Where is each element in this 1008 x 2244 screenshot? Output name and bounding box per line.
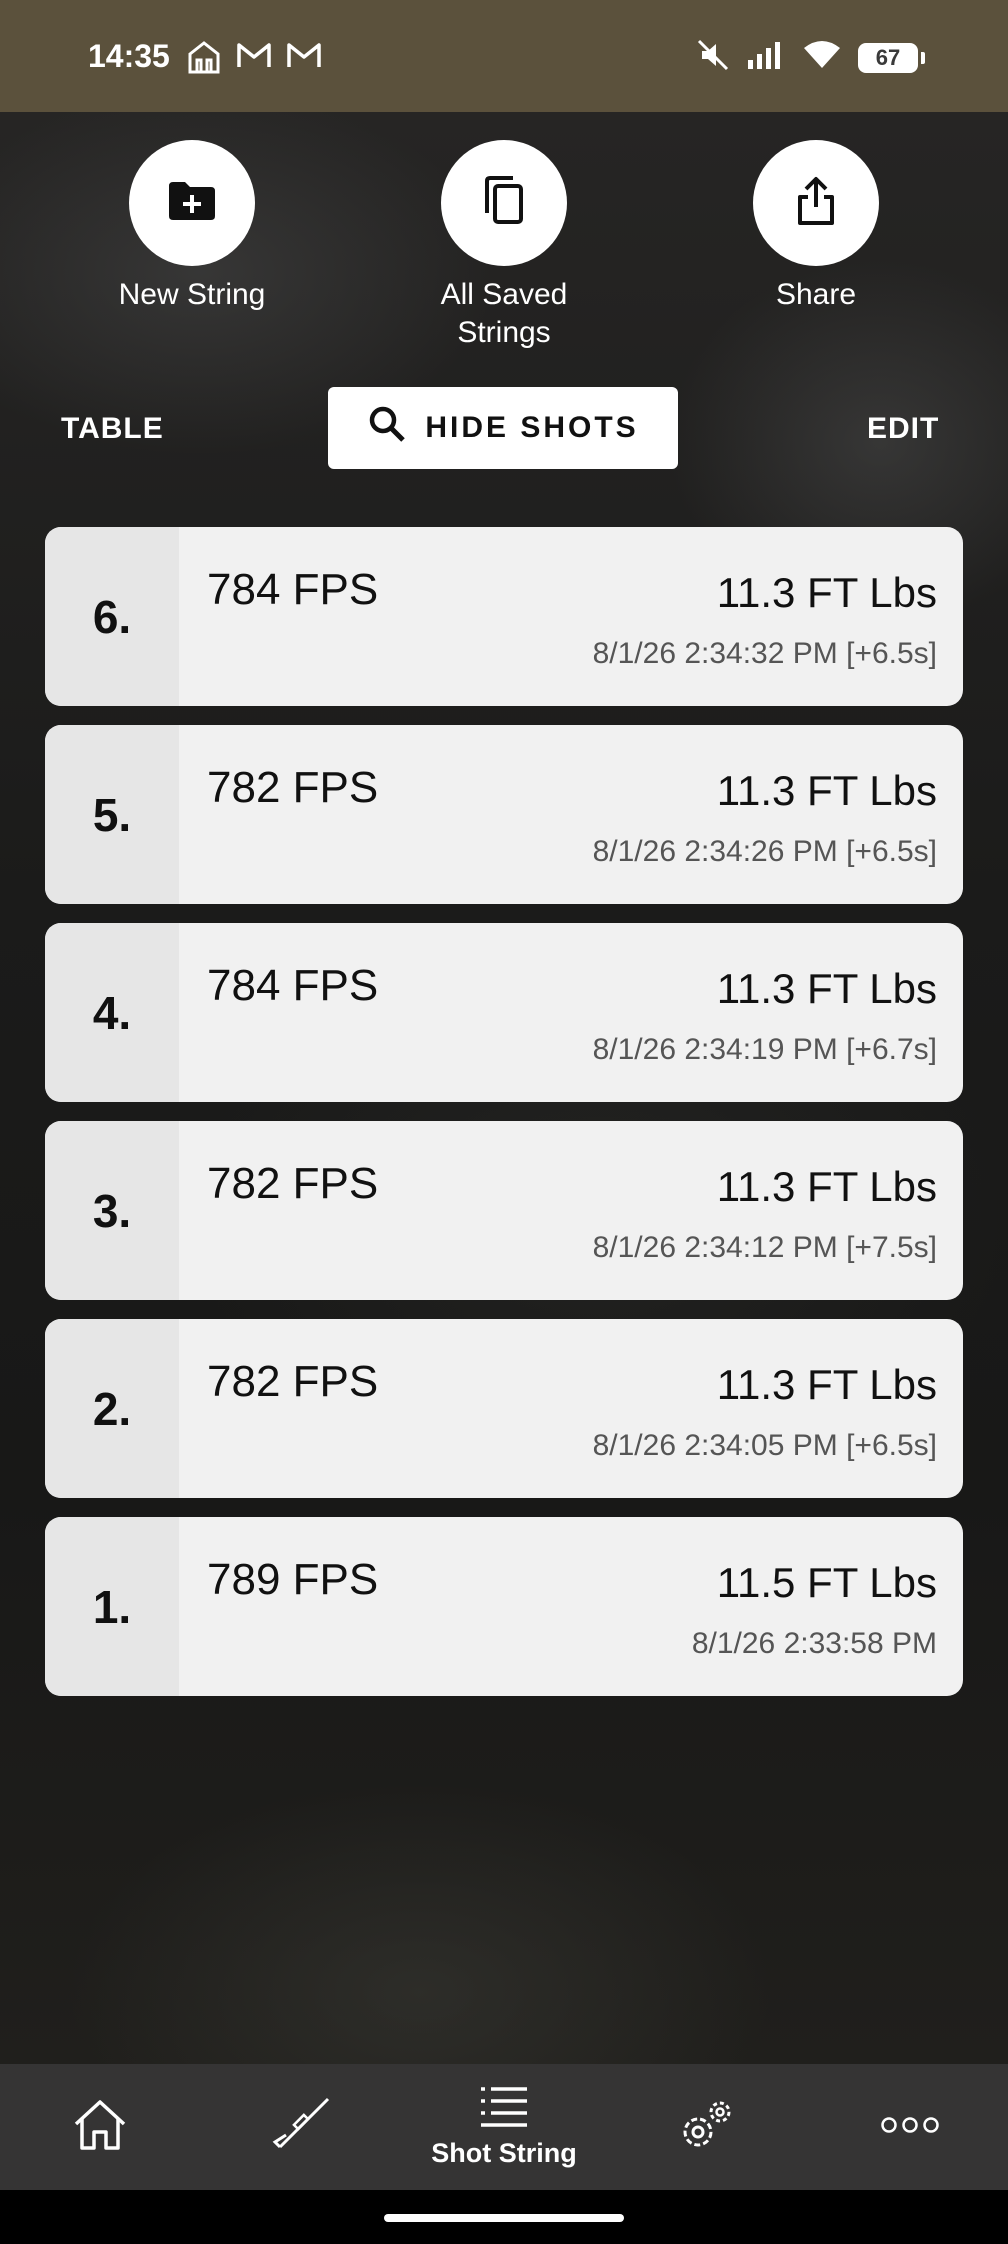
shot-velocity: 784 FPS bbox=[207, 565, 379, 614]
shot-timestamp: 8/1/26 2:34:12 PM [+7.5s] bbox=[592, 1231, 937, 1264]
mute-icon bbox=[696, 38, 730, 77]
shot-energy: 11.3 FT Lbs bbox=[716, 965, 937, 1012]
more-icon bbox=[880, 2115, 940, 2140]
all-saved-line1: All Saved bbox=[440, 278, 568, 311]
folder-add-icon bbox=[167, 180, 217, 227]
shot-velocity: 782 FPS bbox=[207, 1159, 379, 1208]
shot-card[interactable]: 4. 784 FPS 11.3 FT Lbs 8/1/26 2:34:19 PM… bbox=[45, 923, 963, 1102]
rifle-icon bbox=[272, 2095, 332, 2160]
battery-level: 67 bbox=[875, 44, 901, 70]
shot-number: 6. bbox=[45, 527, 179, 706]
table-toggle[interactable]: TABLE bbox=[61, 412, 164, 446]
share-label: Share bbox=[775, 278, 857, 311]
notification-app-icon bbox=[186, 40, 222, 79]
new-string-button[interactable]: New String bbox=[62, 140, 322, 314]
hide-shots-button[interactable]: HIDE SHOTS bbox=[328, 387, 678, 469]
shot-timestamp: 8/1/26 2:34:32 PM [+6.5s] bbox=[592, 637, 937, 670]
home-indicator[interactable] bbox=[384, 2214, 624, 2222]
shot-timestamp: 8/1/26 2:34:26 PM [+6.5s] bbox=[592, 835, 937, 868]
all-saved-strings-button[interactable]: All Saved Strings bbox=[374, 140, 634, 352]
nav-shot-string[interactable]: Shot String bbox=[404, 2064, 604, 2190]
shot-card[interactable]: 3. 782 FPS 11.3 FT Lbs 8/1/26 2:34:12 PM… bbox=[45, 1121, 963, 1300]
home-icon bbox=[72, 2098, 128, 2157]
shot-energy: 11.3 FT Lbs bbox=[716, 1361, 937, 1408]
shot-number: 1. bbox=[45, 1517, 179, 1696]
new-string-circle[interactable] bbox=[129, 140, 255, 266]
status-bar: 14:35 67 bbox=[0, 0, 1008, 112]
nav-settings[interactable] bbox=[666, 2064, 746, 2190]
all-saved-strings-label: All Saved Strings bbox=[374, 276, 634, 352]
shot-energy: 11.3 FT Lbs bbox=[716, 569, 937, 616]
nav-more[interactable] bbox=[870, 2064, 950, 2190]
nav-shot-string-label: Shot String bbox=[431, 2138, 577, 2168]
shot-number: 4. bbox=[45, 923, 179, 1102]
shot-card[interactable]: 1. 789 FPS 11.5 FT Lbs 8/1/26 2:33:58 PM bbox=[45, 1517, 963, 1696]
shot-timestamp: 8/1/26 2:34:19 PM [+6.7s] bbox=[592, 1033, 937, 1066]
shot-number: 5. bbox=[45, 725, 179, 904]
new-string-label: New String bbox=[118, 278, 266, 311]
shot-timestamp: 8/1/26 2:33:58 PM bbox=[691, 1627, 937, 1660]
copy-icon bbox=[481, 175, 527, 232]
gmail-icon bbox=[286, 40, 322, 79]
shot-number: 2. bbox=[45, 1319, 179, 1498]
status-time: 14:35 bbox=[88, 38, 170, 74]
share-circle[interactable] bbox=[753, 140, 879, 266]
bottom-nav: Shot String bbox=[0, 2064, 1008, 2190]
shot-card[interactable]: 2. 782 FPS 11.3 FT Lbs 8/1/26 2:34:05 PM… bbox=[45, 1319, 963, 1498]
shot-velocity: 782 FPS bbox=[207, 1357, 379, 1406]
hide-shots-label: HIDE SHOTS bbox=[425, 411, 639, 444]
nav-home[interactable] bbox=[60, 2064, 140, 2190]
shot-list: 6. 784 FPS 11.3 FT Lbs 8/1/26 2:34:32 PM… bbox=[45, 527, 963, 1715]
gmail-icon bbox=[236, 40, 272, 79]
share-icon bbox=[793, 175, 839, 232]
shot-card[interactable]: 6. 784 FPS 11.3 FT Lbs 8/1/26 2:34:32 PM… bbox=[45, 527, 963, 706]
shot-timestamp: 8/1/26 2:34:05 PM [+6.5s] bbox=[592, 1429, 937, 1462]
shot-velocity: 784 FPS bbox=[207, 961, 379, 1010]
wifi-icon bbox=[802, 40, 842, 75]
all-saved-strings-circle[interactable] bbox=[441, 140, 567, 266]
settings-icon bbox=[676, 2096, 736, 2159]
shot-number: 3. bbox=[45, 1121, 179, 1300]
list-icon bbox=[479, 2085, 529, 2132]
battery-indicator: 67 bbox=[858, 42, 925, 73]
edit-button[interactable]: EDIT bbox=[867, 412, 939, 446]
shot-energy: 11.5 FT Lbs bbox=[716, 1559, 937, 1606]
shot-velocity: 782 FPS bbox=[207, 763, 379, 812]
shot-velocity: 789 FPS bbox=[207, 1555, 379, 1604]
all-saved-line2: Strings bbox=[457, 316, 551, 349]
shot-energy: 11.3 FT Lbs bbox=[716, 1163, 937, 1210]
shot-energy: 11.3 FT Lbs bbox=[716, 767, 937, 814]
signal-icon bbox=[746, 40, 786, 75]
nav-rifle[interactable] bbox=[262, 2064, 342, 2190]
search-icon bbox=[367, 404, 407, 452]
share-button[interactable]: Share bbox=[686, 140, 946, 314]
shot-card[interactable]: 5. 782 FPS 11.3 FT Lbs 8/1/26 2:34:26 PM… bbox=[45, 725, 963, 904]
